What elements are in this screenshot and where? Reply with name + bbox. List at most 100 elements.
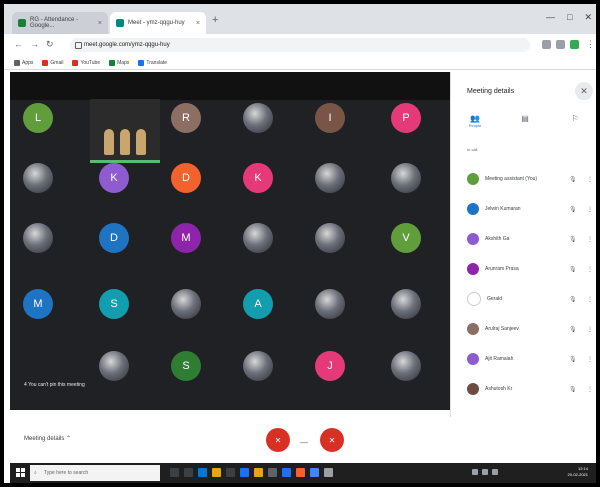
participant-avatar[interactable]: R — [171, 103, 201, 133]
more-options-icon[interactable]: ⋮ — [587, 296, 593, 303]
participant-avatar[interactable]: D — [99, 223, 129, 253]
close-panel-button[interactable]: ✕ — [575, 82, 593, 100]
participant-avatar[interactable]: L — [23, 103, 53, 133]
more-options-icon[interactable]: ⋮ — [587, 356, 593, 363]
volume-icon[interactable] — [482, 469, 488, 475]
participant-avatar[interactable] — [23, 163, 53, 193]
participant-avatar[interactable]: K — [243, 163, 273, 193]
participant-avatar[interactable]: J — [315, 351, 345, 381]
more-options-icon[interactable]: ⋮ — [587, 206, 593, 213]
participant-avatar[interactable] — [391, 289, 421, 319]
participant-row[interactable]: Jelwin Kumaran 🎙 ⋮ — [467, 202, 593, 216]
app-icon[interactable] — [268, 468, 277, 477]
bookmark-item[interactable]: Apps — [14, 59, 34, 66]
participant-avatar[interactable] — [243, 223, 273, 253]
participant-avatar[interactable]: A — [243, 289, 273, 319]
meet-icon — [116, 19, 124, 27]
tab-people[interactable]: 👥 People — [465, 114, 485, 128]
folder-icon[interactable] — [254, 468, 263, 477]
leave-call-button[interactable]: — — [300, 438, 308, 447]
tab-close-icon[interactable]: × — [98, 20, 102, 27]
participant-avatar[interactable]: P — [391, 103, 421, 133]
participant-row[interactable]: Akshith Ga 🎙 ⋮ — [467, 232, 593, 246]
participant-avatar[interactable]: I — [315, 103, 345, 133]
participant-avatar[interactable]: D — [171, 163, 201, 193]
participant-avatar[interactable] — [243, 351, 273, 381]
reload-icon[interactable]: ↻ — [46, 39, 54, 50]
camera-icon[interactable] — [542, 40, 551, 49]
cortana-icon[interactable] — [184, 468, 193, 477]
participant-avatar[interactable]: S — [99, 289, 129, 319]
bookmark-item[interactable]: YouTube — [72, 59, 100, 66]
settings-icon[interactable] — [324, 468, 333, 477]
participant-row[interactable]: Gerald 🎙 ⋮ — [467, 292, 593, 306]
more-options-icon[interactable]: ⋮ — [587, 266, 593, 273]
participant-avatar[interactable] — [315, 289, 345, 319]
task-view-icon[interactable] — [170, 468, 179, 477]
new-tab-button[interactable]: + — [212, 14, 218, 26]
store-icon[interactable] — [226, 468, 235, 477]
bookmark-label: Apps — [22, 59, 34, 66]
participant-avatar[interactable] — [315, 163, 345, 193]
speaking-indicator — [90, 160, 160, 163]
url-field[interactable]: meet.google.com/ymz-qqgu-huy — [70, 38, 530, 52]
file-explorer-icon[interactable] — [212, 468, 221, 477]
participant-avatar[interactable]: M — [23, 289, 53, 319]
more-options-icon[interactable]: ⋮ — [587, 386, 593, 393]
participant-video[interactable] — [90, 99, 160, 163]
windows-start-icon[interactable] — [16, 468, 25, 477]
more-options-icon[interactable]: ⋮ — [587, 326, 593, 333]
meeting-details-button[interactable]: Meeting details ⌃ — [24, 435, 71, 442]
row-actions: 🎙 ⋮ — [569, 236, 593, 243]
participant-avatar[interactable]: M — [171, 223, 201, 253]
participant-avatar[interactable] — [391, 351, 421, 381]
system-clock[interactable]: 12:14 20-02-2021 — [568, 466, 588, 478]
participant-row[interactable]: Arunram Prasa 🎙 ⋮ — [467, 262, 593, 276]
minimize-button[interactable]: — — [546, 12, 555, 23]
tab-meet[interactable]: Meet - ymz-qqgu-huy × — [110, 12, 206, 34]
taskbar-search-input[interactable]: ⌕ Type here to search — [30, 465, 160, 481]
powerpoint-icon[interactable] — [296, 468, 305, 477]
participant-row[interactable]: Meeting assistant (You) 🎙 ⋮ — [467, 172, 593, 186]
more-options-icon[interactable]: ⋮ — [587, 236, 593, 243]
camera-off-button[interactable]: ✕ — [320, 428, 344, 452]
tab-chat[interactable]: ▤ — [515, 114, 535, 123]
tab-activities[interactable]: ⚐ — [565, 114, 585, 123]
tab-close-icon[interactable]: × — [196, 20, 200, 27]
bookmark-label: Gmail — [50, 59, 64, 66]
participant-avatar[interactable] — [99, 351, 129, 381]
windows-taskbar: ⌕ Type here to search 12:14 20-02-2021 — [10, 463, 596, 483]
participant-name: Ajit Ramaiah — [485, 356, 514, 362]
participant-row[interactable]: Ajit Ramaiah 🎙 ⋮ — [467, 352, 593, 366]
participant-avatar[interactable]: S — [171, 351, 201, 381]
participant-avatar[interactable]: V — [391, 223, 421, 253]
chrome-icon[interactable] — [282, 468, 291, 477]
participant-avatar[interactable]: K — [99, 163, 129, 193]
mail-icon[interactable] — [240, 468, 249, 477]
edge-icon[interactable] — [198, 468, 207, 477]
back-arrow-icon[interactable]: ← — [14, 39, 23, 49]
word-icon[interactable] — [310, 468, 319, 477]
forward-arrow-icon[interactable]: → — [30, 39, 39, 49]
sheets-icon — [18, 19, 26, 27]
participant-avatar[interactable] — [23, 223, 53, 253]
participant-row[interactable]: Arulraj Sanjeev 🎙 ⋮ — [467, 322, 593, 336]
participant-row[interactable]: Ashutosh Kr 🎙 ⋮ — [467, 382, 593, 396]
participant-avatar[interactable] — [171, 289, 201, 319]
bookmark-item[interactable]: Maps — [109, 59, 129, 66]
network-icon[interactable] — [472, 469, 478, 475]
more-options-icon[interactable]: ⋮ — [587, 176, 593, 183]
close-window-button[interactable]: ✕ — [584, 12, 592, 23]
bookmark-item[interactable]: Gmail — [42, 59, 64, 66]
star-icon[interactable] — [556, 40, 565, 49]
bookmark-item[interactable]: Translate — [138, 59, 167, 66]
maximize-button[interactable]: □ — [567, 12, 572, 23]
mic-off-button[interactable]: ✕ — [266, 428, 290, 452]
profile-avatar[interactable] — [570, 40, 579, 49]
participant-avatar[interactable] — [243, 103, 273, 133]
tab-attendance[interactable]: RG - Attendance - Google... × — [12, 12, 108, 34]
participant-avatar[interactable] — [391, 163, 421, 193]
more-menu-icon[interactable]: ⋮ — [586, 39, 595, 50]
battery-icon[interactable] — [492, 469, 498, 475]
participant-avatar[interactable] — [315, 223, 345, 253]
